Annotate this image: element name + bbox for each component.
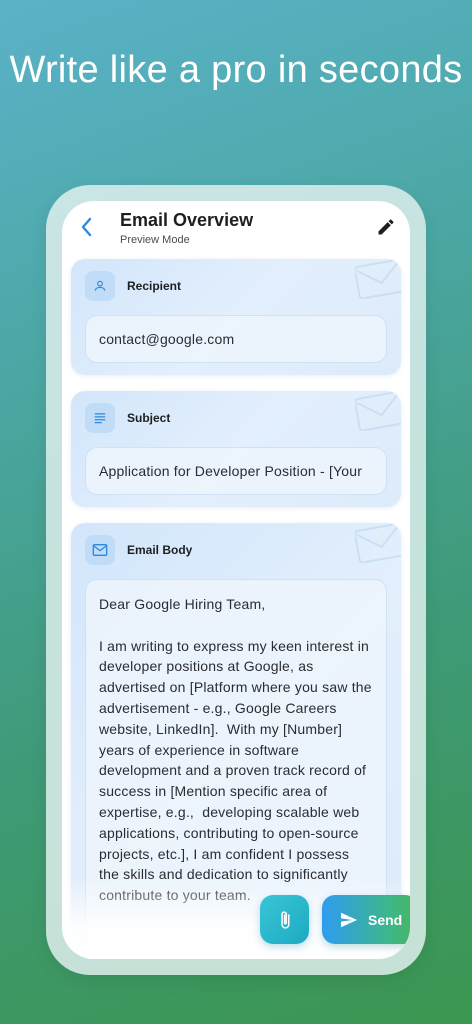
app-screen: Email Overview Preview Mode Recipient co… bbox=[62, 201, 410, 959]
mail-watermark-icon bbox=[355, 523, 401, 563]
page-subtitle: Preview Mode bbox=[120, 234, 190, 246]
subject-header: Subject bbox=[85, 403, 170, 433]
subject-label: Subject bbox=[127, 411, 171, 425]
pencil-icon bbox=[378, 219, 394, 235]
send-icon bbox=[341, 912, 357, 927]
headline: Write like a pro in seconds bbox=[9, 49, 463, 91]
page-title: Email Overview bbox=[120, 210, 254, 230]
phone-frame: Email Overview Preview Mode Recipient co… bbox=[46, 185, 426, 975]
recipient-card: Recipient contact@google.com bbox=[71, 259, 401, 375]
email-body-label: Email Body bbox=[127, 543, 193, 557]
arrow-back-icon bbox=[81, 217, 92, 237]
mail-watermark-icon bbox=[355, 259, 401, 299]
person-icon bbox=[85, 271, 115, 301]
recipient-header: Recipient bbox=[85, 271, 181, 301]
attach-button[interactable] bbox=[260, 895, 309, 944]
back-button[interactable] bbox=[74, 215, 98, 239]
notes-icon bbox=[85, 403, 115, 433]
send-label: Send bbox=[368, 911, 403, 928]
paperclip-icon bbox=[280, 910, 289, 929]
subject-field[interactable]: Application for Developer Position - [Yo… bbox=[85, 447, 387, 495]
mail-watermark-icon bbox=[355, 391, 401, 431]
edit-button[interactable] bbox=[374, 215, 398, 239]
email-body-header: Email Body bbox=[85, 535, 192, 565]
title-block: Email Overview Preview Mode bbox=[120, 209, 253, 246]
recipient-field[interactable]: contact@google.com bbox=[85, 315, 387, 363]
send-button[interactable]: Send bbox=[322, 895, 410, 944]
mail-icon bbox=[85, 535, 115, 565]
subject-card: Subject Application for Developer Positi… bbox=[71, 391, 401, 507]
app-bar: Email Overview Preview Mode bbox=[62, 201, 410, 263]
recipient-label: Recipient bbox=[127, 279, 182, 293]
